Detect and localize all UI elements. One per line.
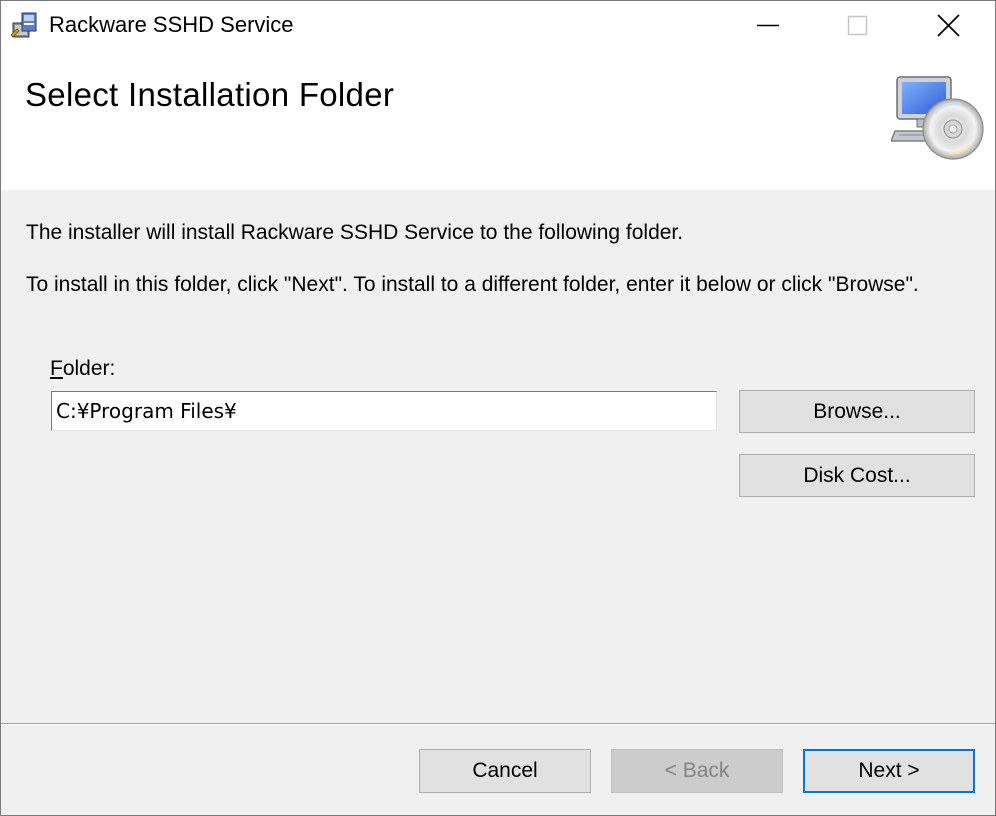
browse-button[interactable]: Browse...	[739, 390, 975, 433]
back-button[interactable]: < Back	[611, 749, 783, 793]
cancel-button[interactable]: Cancel	[419, 749, 591, 793]
next-button[interactable]: Next >	[803, 749, 975, 793]
maximize-button[interactable]	[813, 1, 903, 49]
computer-cd-icon	[890, 73, 985, 163]
title-bar[interactable]: Rackware SSHD Service	[1, 1, 995, 49]
description-line-1: The installer will install Rackware SSHD…	[26, 221, 684, 244]
maximize-icon	[847, 15, 868, 36]
folder-label: Folder:	[50, 356, 115, 382]
installer-package-icon	[9, 9, 41, 41]
disk-cost-button[interactable]: Disk Cost...	[739, 454, 975, 497]
minimize-icon	[757, 24, 779, 27]
banner-divider	[1, 189, 995, 190]
banner: Select Installation Folder	[1, 49, 995, 190]
minimize-button[interactable]	[723, 1, 813, 49]
close-icon	[937, 14, 960, 37]
folder-path-input[interactable]	[51, 391, 717, 431]
footer-divider-highlight	[1, 724, 995, 725]
folder-label-mnemonic: F	[50, 357, 63, 380]
installer-window: Rackware SSHD Service Select Installatio…	[0, 0, 996, 816]
close-button[interactable]	[903, 1, 993, 49]
window-title: Rackware SSHD Service	[49, 12, 294, 37]
folder-label-text: older:	[62, 357, 116, 380]
description-line-2: To install in this folder, click "Next".…	[26, 273, 919, 296]
page-title: Select Installation Folder	[25, 76, 395, 113]
